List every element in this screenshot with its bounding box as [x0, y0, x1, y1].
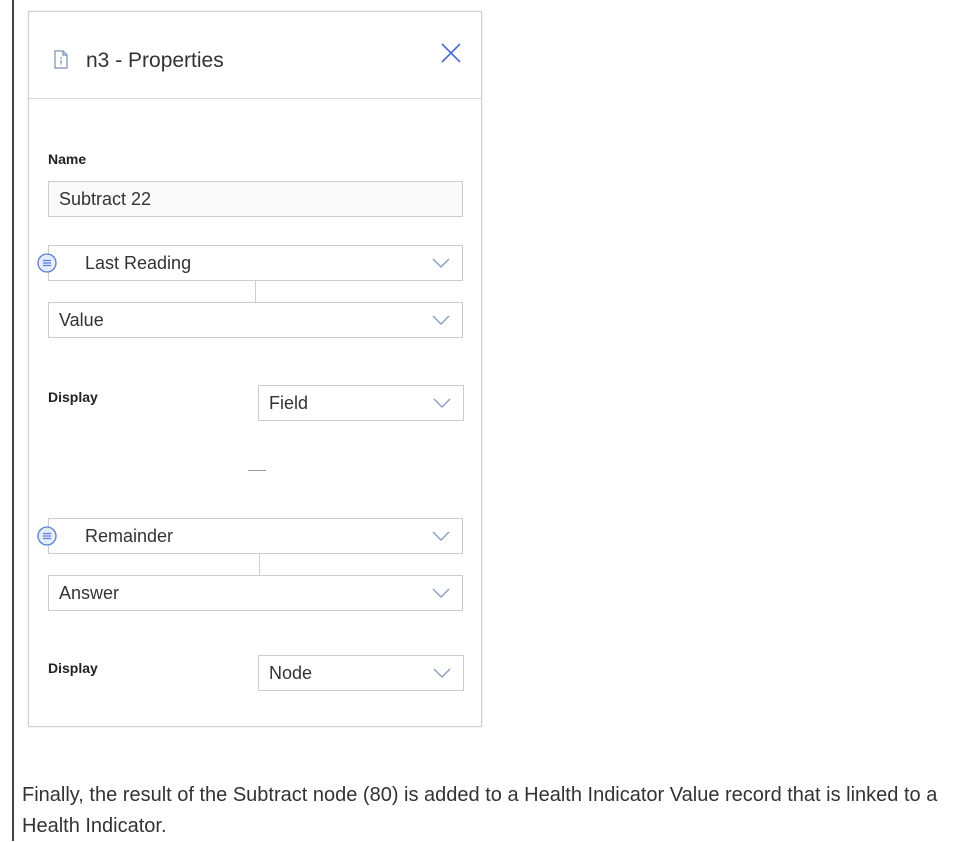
operand1-source-text: Last Reading	[85, 253, 192, 273]
operand1-field-text: Value	[59, 310, 104, 330]
chevron-down-icon	[433, 668, 451, 679]
operand1-connector	[255, 281, 256, 302]
panel-header: n3 - Properties	[29, 12, 481, 99]
subtract-operator	[248, 470, 266, 471]
operand1-source-dropdown[interactable]: Last Reading	[48, 245, 463, 281]
operand2-display-label: Display	[48, 660, 98, 676]
document-left-rule	[12, 0, 14, 841]
document-info-icon	[54, 50, 68, 69]
operand1-display-label: Display	[48, 389, 98, 405]
operand2-display-dropdown[interactable]: Node	[258, 655, 464, 691]
operand2-field-dropdown[interactable]: Answer	[48, 575, 463, 611]
chevron-down-icon	[432, 588, 450, 599]
properties-panel: n3 - Properties Name Last Reading Value …	[28, 11, 482, 727]
operand2-display-text: Node	[269, 663, 313, 683]
panel-title: n3 - Properties	[86, 49, 224, 72]
close-x-icon[interactable]	[439, 41, 463, 65]
list-circle-icon[interactable]	[37, 253, 57, 273]
operand1-display-dropdown[interactable]: Field	[258, 385, 464, 421]
chevron-down-icon	[432, 315, 450, 326]
operand2-source-dropdown[interactable]: Remainder	[48, 518, 463, 554]
operand1-field-dropdown[interactable]: Value	[48, 302, 463, 338]
operand1-display-text: Field	[269, 393, 309, 413]
name-input[interactable]	[48, 181, 463, 217]
operand2-source-text: Remainder	[85, 526, 174, 546]
chevron-down-icon	[433, 398, 451, 409]
operand2-field-text: Answer	[59, 583, 120, 603]
chevron-down-icon	[432, 258, 450, 269]
chevron-down-icon	[432, 531, 450, 542]
list-circle-icon[interactable]	[37, 526, 57, 546]
operand2-connector	[259, 554, 260, 575]
name-label: Name	[48, 151, 87, 167]
body-paragraph: Finally, the result of the Subtract node…	[22, 784, 938, 837]
